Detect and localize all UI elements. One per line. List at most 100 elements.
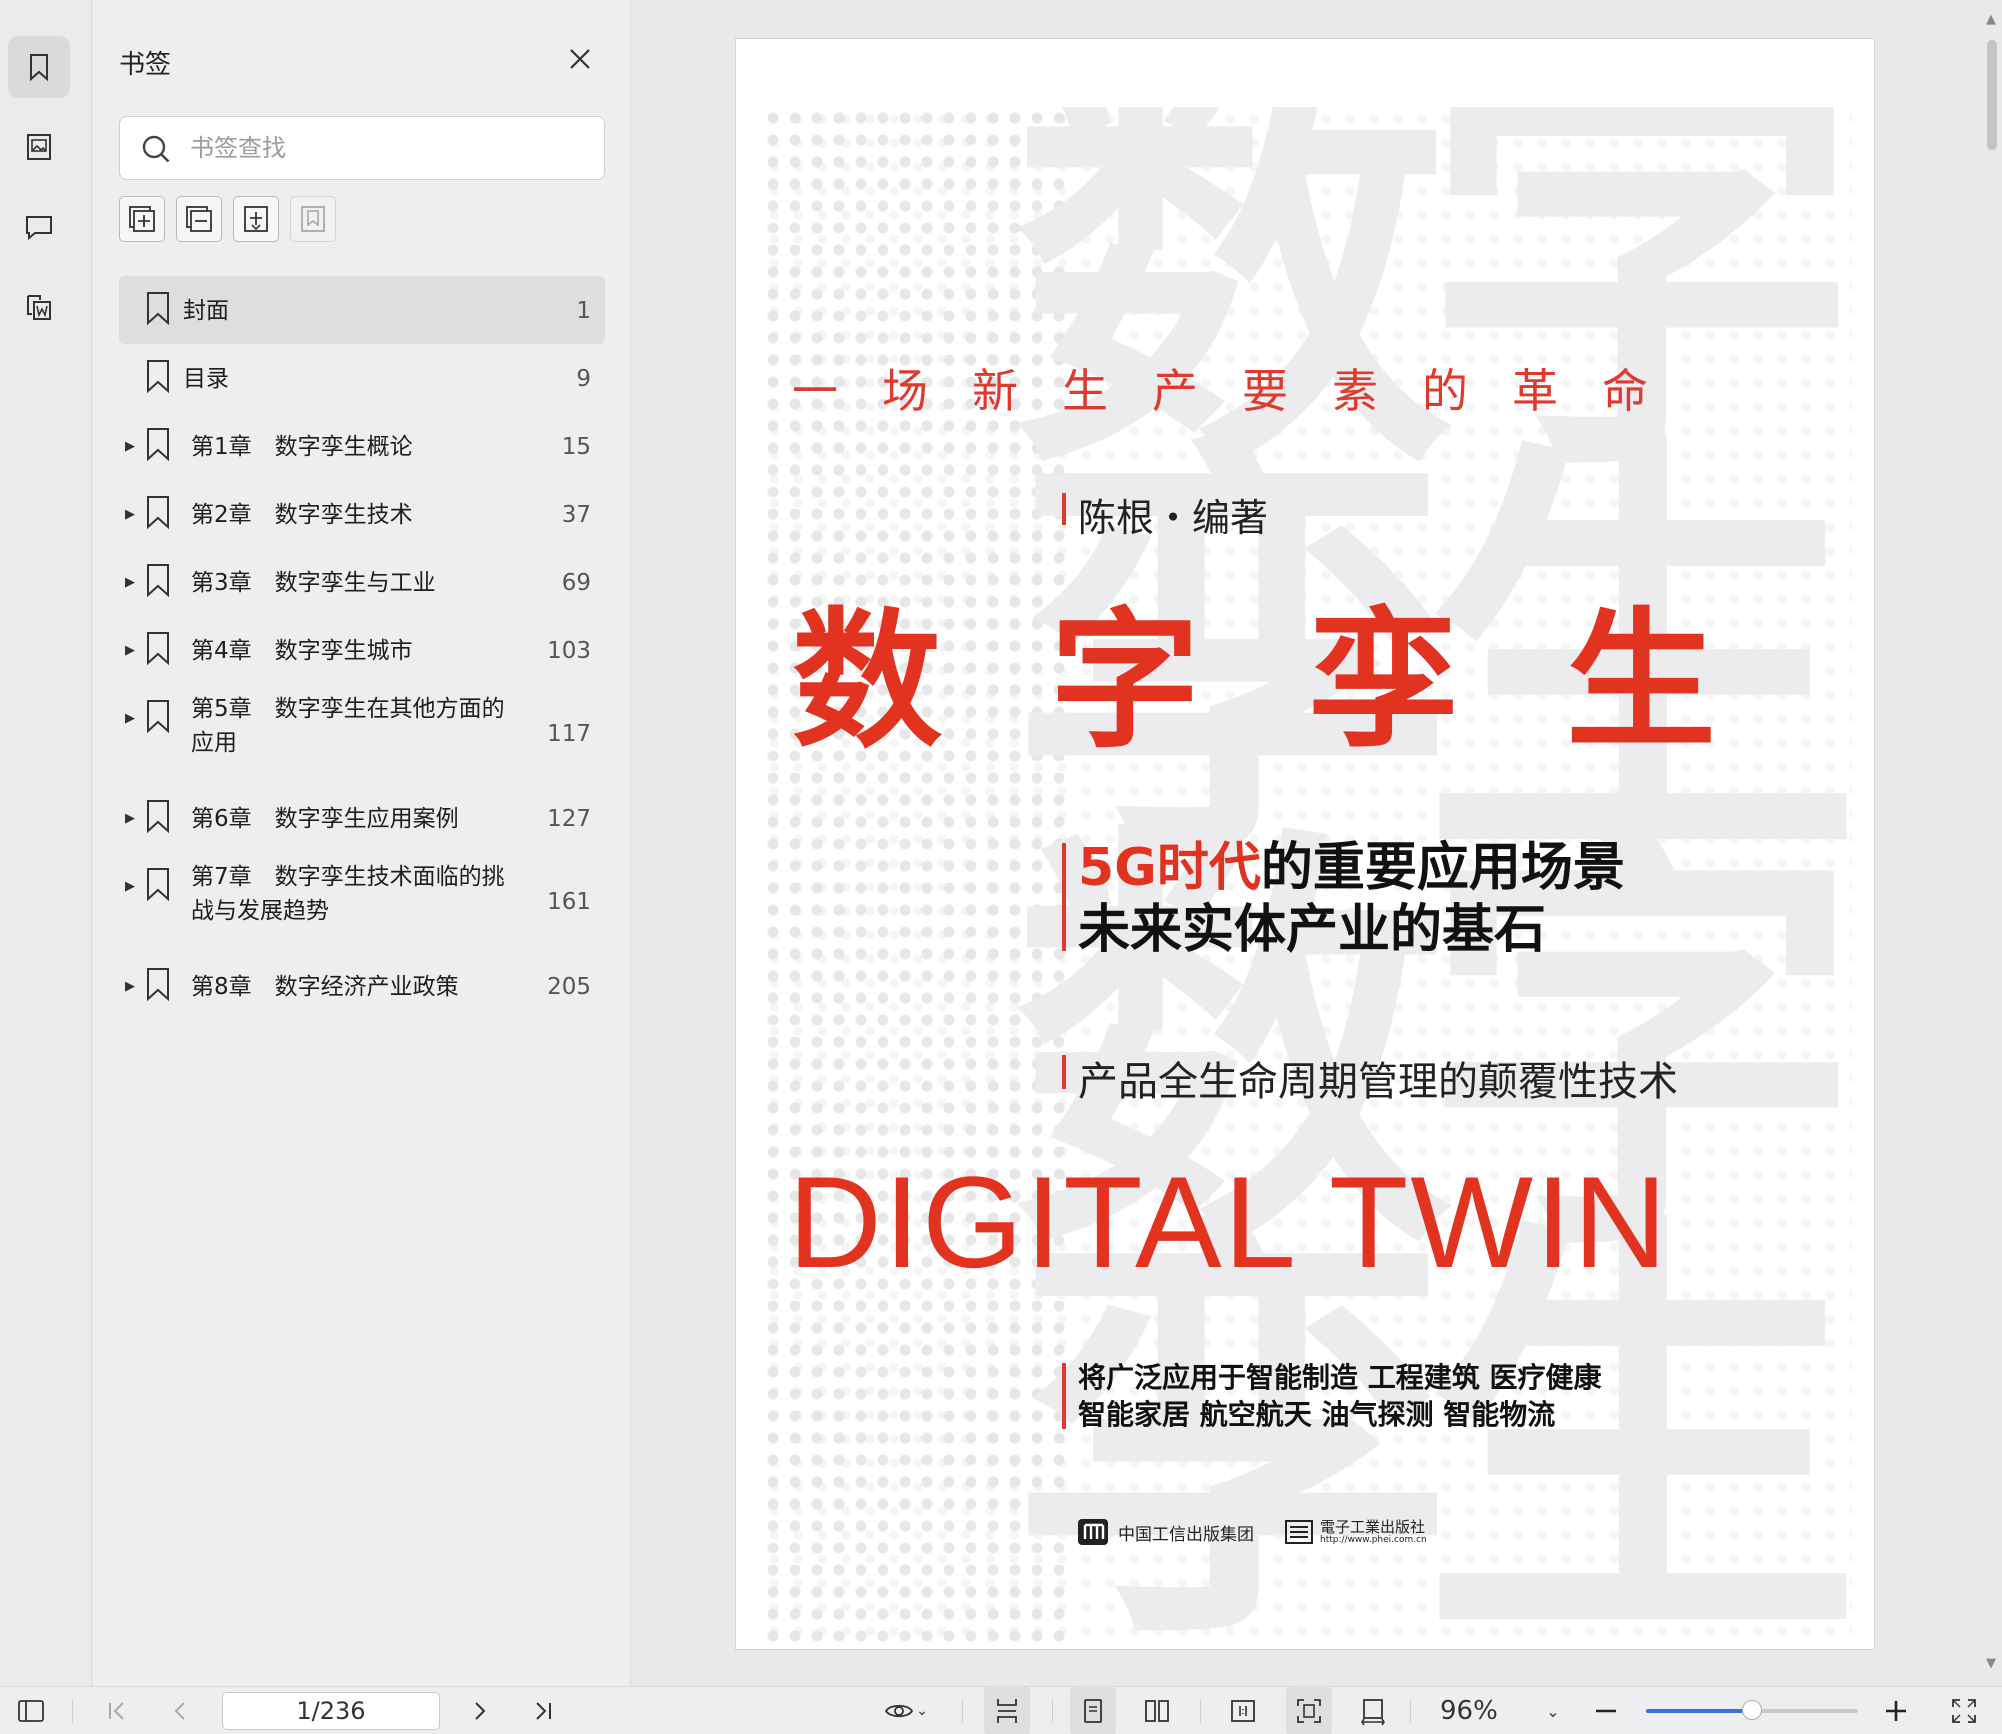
bookmark-icon bbox=[147, 968, 169, 1002]
scroll-up-arrow-icon[interactable]: ▲ bbox=[1986, 12, 1996, 27]
zoom-slider-fill bbox=[1646, 1709, 1752, 1713]
publisher-2-logo-icon bbox=[1285, 1520, 1313, 1544]
eye-icon bbox=[885, 1704, 914, 1718]
two-page-icon bbox=[1145, 1700, 1169, 1722]
zoom-level[interactable]: 96% bbox=[1440, 1687, 1498, 1734]
bookmark-item[interactable]: ▶ 第4章 数字孪生城市 103 bbox=[119, 616, 605, 684]
expand-triangle-icon[interactable]: ▶ bbox=[125, 684, 137, 752]
toggle-sidebar-button[interactable] bbox=[10, 1687, 52, 1734]
chevron-down-icon: ⌄ bbox=[1546, 1701, 1560, 1721]
next-page-button[interactable] bbox=[460, 1687, 500, 1734]
scroll-down-arrow-icon[interactable]: ▼ bbox=[1986, 1656, 1996, 1671]
bookmark-search-input[interactable] bbox=[190, 129, 580, 167]
expand-triangle-icon[interactable]: ▶ bbox=[125, 952, 137, 1020]
zoom-in-button[interactable] bbox=[1878, 1687, 1914, 1734]
expand-triangle-icon[interactable]: ▶ bbox=[125, 480, 137, 548]
publisher-1-logo-icon bbox=[1078, 1519, 1108, 1545]
bookmark-item[interactable]: 封面 1 bbox=[119, 276, 605, 344]
accent-bar bbox=[1062, 493, 1066, 525]
fit-page-button[interactable] bbox=[1286, 1687, 1332, 1734]
bookmark-label: 第5章 数字孪生在其他方面的 应用 bbox=[191, 696, 505, 756]
expand-triangle-icon[interactable]: ▶ bbox=[125, 852, 137, 920]
bookmark-item[interactable]: ▶ 第6章 数字孪生应用案例 127 bbox=[119, 784, 605, 852]
first-page-button[interactable] bbox=[96, 1687, 136, 1734]
subtitle-line2: 未来实体产业的基石 bbox=[1078, 900, 1547, 960]
publisher-1-name: 中国工信出版集团 bbox=[1118, 1524, 1254, 1545]
expand-all-button[interactable] bbox=[119, 196, 165, 242]
bookmark-panel-icon[interactable] bbox=[8, 36, 70, 98]
read-mode-button[interactable]: ⌄ bbox=[872, 1687, 940, 1734]
bookmark-page-number: 127 bbox=[547, 806, 591, 832]
cover-applications: 将广泛应用于智能制造 工程建筑 医疗健康 智能家居 航空航天 油气探测 智能物流 bbox=[1078, 1359, 1602, 1433]
first-page-icon bbox=[109, 1702, 124, 1720]
expand-triangle-icon[interactable]: ▶ bbox=[125, 784, 137, 852]
search-icon bbox=[142, 135, 170, 163]
two-page-button[interactable] bbox=[1134, 1687, 1180, 1734]
plus-icon bbox=[1886, 1701, 1906, 1721]
bookmark-page-number: 15 bbox=[561, 434, 591, 460]
chevron-left-icon bbox=[174, 1702, 185, 1720]
accent-bar bbox=[1062, 843, 1066, 951]
page-number-input[interactable] bbox=[222, 1692, 440, 1730]
previous-page-button[interactable] bbox=[160, 1687, 200, 1734]
actual-size-button[interactable] bbox=[1220, 1687, 1266, 1734]
document-viewport[interactable]: 数 字 孪 生 数 字 孪 生 一场新生产要素的革命 陈根・编著 数字孪生 5G… bbox=[632, 0, 1982, 1686]
left-icon-rail bbox=[0, 0, 92, 1686]
bookmark-icon bbox=[147, 800, 169, 834]
scrollbar-thumb[interactable] bbox=[1987, 40, 1997, 150]
add-bookmark-button[interactable] bbox=[233, 196, 279, 242]
sidebar-toggle-icon bbox=[18, 1700, 44, 1722]
fullscreen-button[interactable] bbox=[1944, 1687, 1984, 1734]
publisher-2-name: 電子工業出版社 bbox=[1320, 1518, 1426, 1536]
bookmark-icon bbox=[147, 868, 169, 902]
bookmark-label: 封面 bbox=[183, 298, 229, 324]
collapse-all-button[interactable] bbox=[176, 196, 222, 242]
subtitle-highlight: 5G时代 bbox=[1078, 838, 1261, 898]
continuous-scroll-button[interactable] bbox=[984, 1687, 1030, 1734]
single-page-button[interactable] bbox=[1070, 1687, 1116, 1734]
remove-bookmark-button[interactable] bbox=[290, 196, 336, 242]
toolbar-separator bbox=[1200, 1699, 1201, 1723]
bookmark-page-number: 1 bbox=[576, 298, 591, 324]
bookmark-page-number: 9 bbox=[576, 366, 591, 392]
bookmark-item[interactable]: ▶ 第1章 数字孪生概论 15 bbox=[119, 412, 605, 480]
fit-width-button[interactable] bbox=[1350, 1687, 1396, 1734]
bookmark-search-box[interactable] bbox=[119, 116, 605, 180]
cover-english-title: DIGITAL TWIN bbox=[788, 1149, 1670, 1295]
bookmark-page-number: 37 bbox=[561, 502, 591, 528]
bookmark-item[interactable]: ▶ 第3章 数字孪生与工业 69 bbox=[119, 548, 605, 616]
applications-line2: 智能家居 航空航天 油气探测 智能物流 bbox=[1078, 1398, 1556, 1431]
comment-panel-icon[interactable] bbox=[8, 196, 70, 258]
publisher-1: 中国工信出版集团 bbox=[1076, 1517, 1254, 1547]
bookmark-item[interactable]: ▶ 第5章 数字孪生在其他方面的 应用 117 bbox=[119, 684, 605, 784]
bookmark-item[interactable]: ▶ 第8章 数字经济产业政策 205 bbox=[119, 952, 605, 1020]
zoom-out-button[interactable] bbox=[1588, 1687, 1624, 1734]
vertical-scrollbar[interactable]: ▲ ▼ bbox=[1982, 0, 2002, 1686]
bookmark-item[interactable]: ▶ 第2章 数字孪生技术 37 bbox=[119, 480, 605, 548]
accent-bar bbox=[1062, 1055, 1066, 1089]
zoom-slider-knob[interactable] bbox=[1742, 1700, 1762, 1720]
bookmark-label: 第8章 数字经济产业政策 bbox=[191, 974, 459, 1000]
bookmark-icon bbox=[147, 632, 169, 666]
bookmark-label: 第3章 数字孪生与工业 bbox=[191, 570, 436, 596]
thumbnail-panel-icon[interactable] bbox=[8, 116, 70, 178]
expand-triangle-icon[interactable]: ▶ bbox=[125, 412, 137, 480]
close-icon[interactable] bbox=[565, 44, 595, 74]
add-bookmark-icon bbox=[244, 206, 268, 232]
actual-size-icon bbox=[1231, 1700, 1255, 1722]
expand-triangle-icon[interactable]: ▶ bbox=[125, 616, 137, 684]
bookmark-label: 第4章 数字孪生城市 bbox=[191, 638, 413, 664]
toolbar-separator bbox=[1052, 1699, 1053, 1723]
bookmark-item[interactable]: ▶ 第7章 数字孪生技术面临的挑 战与发展趋势 161 bbox=[119, 852, 605, 952]
bookmark-label: 第7章 数字孪生技术面临的挑 战与发展趋势 bbox=[191, 864, 505, 924]
bookmark-item[interactable]: 目录 9 bbox=[119, 344, 605, 412]
remove-bookmark-icon bbox=[301, 206, 325, 232]
last-page-button[interactable] bbox=[524, 1687, 564, 1734]
chevron-right-icon bbox=[475, 1702, 486, 1720]
bookmark-label: 第1章 数字孪生概论 bbox=[191, 434, 413, 460]
zoom-slider[interactable] bbox=[1646, 1700, 1858, 1720]
subtitle-text: 的重要应用场景 bbox=[1260, 838, 1625, 898]
expand-triangle-icon[interactable]: ▶ bbox=[125, 548, 137, 616]
zoom-dropdown-button[interactable]: ⌄ bbox=[1538, 1687, 1568, 1734]
attachment-panel-icon[interactable] bbox=[8, 276, 70, 338]
